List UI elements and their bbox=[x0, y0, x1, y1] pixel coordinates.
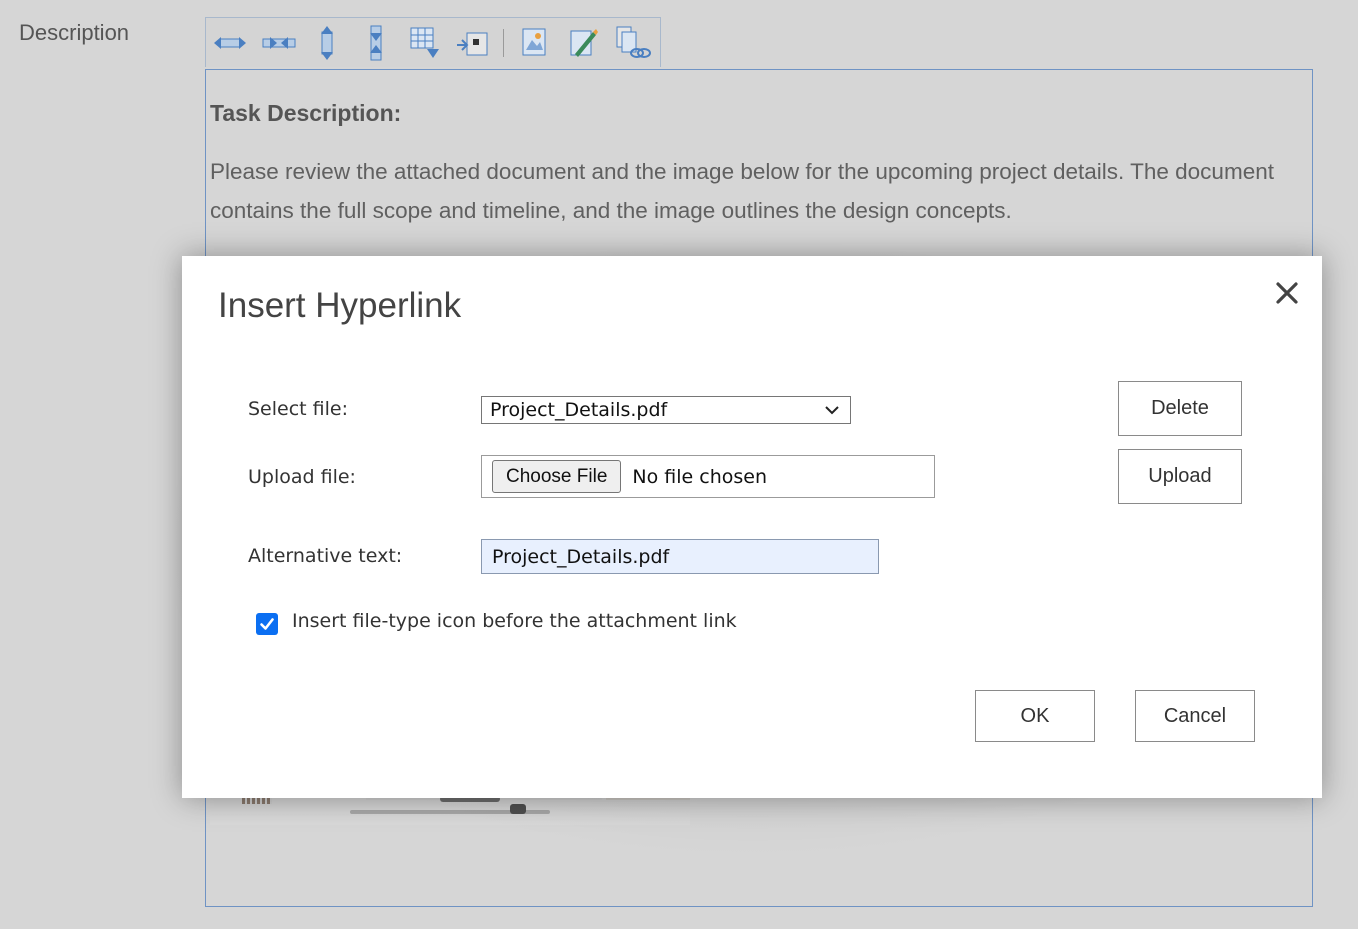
insert-image-icon bbox=[522, 28, 546, 55]
alternative-text-input[interactable]: Project_Details.pdf bbox=[481, 539, 879, 574]
expand-horizontal-button[interactable] bbox=[210, 22, 251, 64]
alternative-text-value: Project_Details.pdf bbox=[492, 545, 670, 568]
task-description-heading: Task Description: bbox=[210, 100, 402, 126]
insert-attachment-link-icon bbox=[616, 26, 651, 58]
selected-file-value: Project_Details.pdf bbox=[490, 399, 668, 421]
expand-horizontal-icon bbox=[214, 36, 247, 49]
insert-table-row-icon bbox=[410, 27, 439, 58]
ok-button[interactable]: OK bbox=[975, 690, 1095, 742]
editor-toolbar bbox=[205, 17, 661, 67]
delete-button[interactable]: Delete bbox=[1118, 381, 1242, 436]
upload-button[interactable]: Upload bbox=[1118, 449, 1242, 504]
shrink-vertical-button[interactable] bbox=[356, 22, 397, 64]
dialog-title: Insert Hyperlink bbox=[218, 286, 462, 325]
edit-image-button[interactable] bbox=[563, 22, 604, 64]
alternative-text-label: Alternative text: bbox=[248, 545, 403, 567]
insert-table-column-button[interactable] bbox=[453, 22, 494, 64]
expand-vertical-icon bbox=[321, 25, 334, 60]
upload-file-label: Upload file: bbox=[248, 466, 356, 488]
upload-file-input[interactable]: Choose File No file chosen bbox=[481, 455, 935, 498]
task-description-text: Please review the attached document and … bbox=[210, 159, 1274, 223]
shrink-horizontal-button[interactable] bbox=[259, 22, 300, 64]
insert-file-type-icon-label[interactable]: Insert file-type icon before the attachm… bbox=[292, 610, 737, 632]
insert-file-type-icon-checkbox[interactable] bbox=[256, 613, 278, 635]
page: Description Task Description: Please rev… bbox=[0, 0, 1358, 929]
close-dialog-button[interactable] bbox=[1272, 278, 1302, 308]
insert-image-button[interactable] bbox=[514, 22, 555, 64]
cancel-button[interactable]: Cancel bbox=[1135, 690, 1255, 742]
shrink-horizontal-icon bbox=[262, 36, 296, 49]
insert-table-column-icon bbox=[457, 32, 488, 55]
edit-image-icon bbox=[570, 28, 599, 57]
insert-attachment-link-button[interactable] bbox=[611, 22, 652, 64]
select-file-dropdown[interactable]: Project_Details.pdf bbox=[481, 396, 851, 424]
chevron-down-icon bbox=[825, 406, 839, 415]
expand-vertical-button[interactable] bbox=[307, 22, 348, 64]
insert-table-row-button[interactable] bbox=[404, 22, 445, 64]
shrink-vertical-icon bbox=[369, 25, 382, 60]
file-status-text: No file chosen bbox=[632, 465, 767, 488]
description-field-label: Description bbox=[19, 20, 130, 45]
insert-hyperlink-dialog: Insert Hyperlink Select file: Project_De… bbox=[182, 256, 1322, 798]
checkmark-icon bbox=[260, 618, 274, 630]
choose-file-button[interactable]: Choose File bbox=[492, 460, 622, 493]
select-file-label: Select file: bbox=[248, 398, 348, 420]
toolbar-separator bbox=[503, 28, 505, 57]
close-icon bbox=[1276, 282, 1298, 304]
